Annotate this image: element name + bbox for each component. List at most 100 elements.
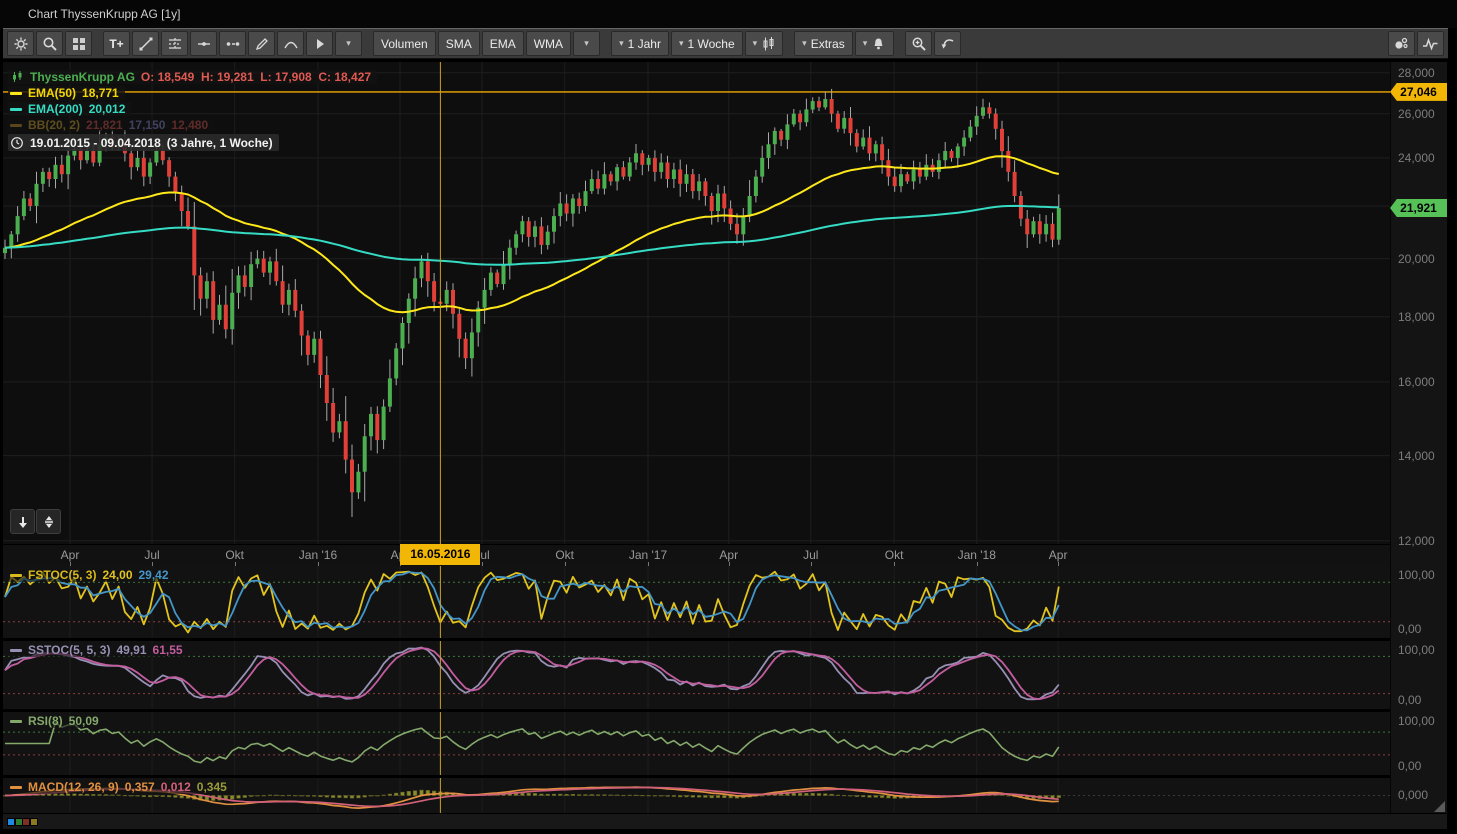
undo-button[interactable]	[934, 31, 961, 56]
macd-label: MACD(12, 26, 9)	[28, 780, 119, 794]
sstoc-label: SSTOC(5, 5, 3)	[28, 643, 110, 657]
watermark-settings-button[interactable]	[1388, 31, 1415, 56]
settings-button[interactable]	[7, 31, 34, 56]
fstoc-legend[interactable]: FSTOC(5, 3)24,0029,42	[8, 568, 174, 582]
horizontal-ray-icon	[225, 36, 241, 52]
fibonacci-tool-button[interactable]	[161, 31, 188, 56]
replay-tool-button[interactable]	[306, 31, 333, 56]
play-icon	[312, 36, 328, 52]
price-axis-tick: 18,000	[1398, 310, 1435, 324]
panel-separator[interactable]	[3, 709, 1447, 712]
time-axis[interactable]: AprJulOktJan '16AprJulOktJan '17AprJulOk…	[3, 544, 1390, 567]
status-bar	[3, 813, 1447, 829]
time-axis-tick: Okt	[555, 548, 574, 562]
fstoc-swatch	[10, 574, 22, 577]
legend-ohlc: O: 18,549 H: 19,281 L: 17,908 C: 18,427	[141, 70, 371, 84]
search-button[interactable]	[36, 31, 63, 56]
undo-icon	[940, 36, 956, 52]
scroll-to-end-button[interactable]	[10, 509, 35, 534]
main-toolbar: T+ ▾ Volumen SMA EMA WMA ▾ ▾1 Jahr ▾1 Wo…	[3, 28, 1448, 59]
macd-value: 0,357	[125, 780, 155, 794]
price-axis-tick: 28,000	[1398, 66, 1435, 80]
time-axis-tick: Jan '16	[299, 548, 337, 562]
indicator-color-swatch[interactable]	[30, 818, 38, 826]
time-axis-tick: Apr	[719, 548, 738, 562]
window-title: Chart ThyssenKrupp AG [1y]	[28, 7, 181, 21]
chart-type-dropdown[interactable]: ▾	[745, 31, 784, 56]
chevron-down-icon: ▾	[802, 39, 807, 48]
legend-ema50-row[interactable]: EMA(50) 18,771	[8, 86, 125, 100]
panel-separator[interactable]	[3, 775, 1447, 778]
layout-button[interactable]	[65, 31, 92, 56]
chevron-down-icon: ▾	[584, 39, 589, 48]
legend-daterange-row[interactable]: 19.01.2015 - 09.04.2018 (3 Jahre, 1 Woch…	[8, 134, 279, 151]
arc-tool-button[interactable]	[277, 31, 304, 56]
line-chart-icon	[1422, 36, 1439, 52]
window-titlebar: Chart ThyssenKrupp AG [1y]	[0, 0, 1457, 28]
panel-resize-handle[interactable]	[1434, 801, 1445, 812]
rsi-value: 50,09	[69, 714, 99, 728]
text-tool-button[interactable]: T+	[103, 31, 130, 56]
trendline-tool-button[interactable]	[132, 31, 159, 56]
line-chart-mode-button[interactable]	[1417, 31, 1444, 56]
price-axis-tick: 14,000	[1398, 449, 1435, 463]
period-dropdown[interactable]: ▾1 Jahr	[611, 31, 669, 56]
wma-button[interactable]: WMA	[526, 31, 571, 56]
gear-icon	[13, 36, 29, 52]
rsi-label: RSI(8)	[28, 714, 63, 728]
ema200-swatch	[10, 108, 22, 111]
macd-value: 0,012	[161, 780, 191, 794]
indicator-axis-label: 0,000	[1398, 788, 1428, 802]
last-price-badge: 21,921	[1390, 199, 1447, 217]
rsi-legend[interactable]: RSI(8) 50,09	[8, 714, 104, 728]
indicators-dropdown[interactable]: ▾	[573, 31, 600, 56]
layout-grid-icon	[71, 36, 87, 52]
volume-button[interactable]: Volumen	[373, 31, 436, 56]
price-axis-tick: 16,000	[1398, 375, 1435, 389]
ema-button[interactable]: EMA	[482, 31, 524, 56]
alerts-dropdown[interactable]: ▾	[855, 31, 895, 56]
pencil-icon	[254, 36, 270, 52]
rsi-panel-canvas[interactable]	[3, 712, 1390, 775]
time-axis-tick: Okt	[225, 548, 244, 562]
indicator-axis-label: 0,00	[1398, 693, 1421, 707]
bubbles-icon	[1393, 36, 1410, 52]
drawing-tools-dropdown[interactable]: ▾	[335, 31, 362, 56]
sstoc-value: 49,91	[116, 643, 146, 657]
indicator-axis-label: 0,00	[1398, 759, 1421, 773]
arc-icon	[283, 36, 299, 52]
bb-swatch	[10, 124, 22, 127]
time-axis-tick: Apr	[1049, 548, 1068, 562]
sstoc-panel-canvas[interactable]	[3, 641, 1390, 709]
price-axis-tick: 12,000	[1398, 534, 1435, 548]
alarm-price-badge[interactable]: 27,046	[1390, 83, 1447, 101]
zoom-in-icon	[911, 36, 927, 52]
chevron-down-icon: ▾	[863, 39, 868, 48]
chart-legend: ThyssenKrupp AG O: 18,549 H: 19,281 L: 1…	[8, 70, 377, 153]
panel-separator[interactable]	[3, 638, 1447, 641]
fstoc-value: 24,00	[102, 568, 132, 582]
sstoc-legend[interactable]: SSTOC(5, 5, 3) 49,91 61,55	[8, 643, 188, 657]
time-axis-tick: Apr	[61, 548, 80, 562]
price-axis-tick: 24,000	[1398, 151, 1435, 165]
horizontal-ray-tool-button[interactable]	[219, 31, 246, 56]
pencil-tool-button[interactable]	[248, 31, 275, 56]
horizontal-line-icon	[196, 36, 212, 52]
indicator-axis-label: 100,00	[1398, 568, 1435, 582]
macd-legend[interactable]: MACD(12, 26, 9)0,3570,0120,345	[8, 780, 232, 794]
legend-bb-row[interactable]: BB(20, 2) 21,821 17,150 12,480	[8, 118, 214, 132]
sstoc-value: 61,55	[153, 643, 183, 657]
zoom-in-button[interactable]	[905, 31, 932, 56]
sma-button[interactable]: SMA	[438, 31, 480, 56]
sstoc-swatch	[10, 649, 22, 652]
legend-ema200-row[interactable]: EMA(200) 20,012	[8, 102, 131, 116]
fibonacci-icon	[167, 36, 183, 52]
fstoc-panel-canvas[interactable]	[3, 566, 1390, 638]
autoscale-button[interactable]	[36, 509, 61, 534]
interval-dropdown[interactable]: ▾1 Woche	[671, 31, 743, 56]
extras-dropdown[interactable]: ▾Extras	[794, 31, 853, 56]
legend-instrument-row[interactable]: ThyssenKrupp AG O: 18,549 H: 19,281 L: 1…	[8, 70, 377, 84]
indicator-axis-label: 100,00	[1398, 643, 1435, 657]
indicator-axis-label: 100,00	[1398, 714, 1435, 728]
horizontal-line-tool-button[interactable]	[190, 31, 217, 56]
